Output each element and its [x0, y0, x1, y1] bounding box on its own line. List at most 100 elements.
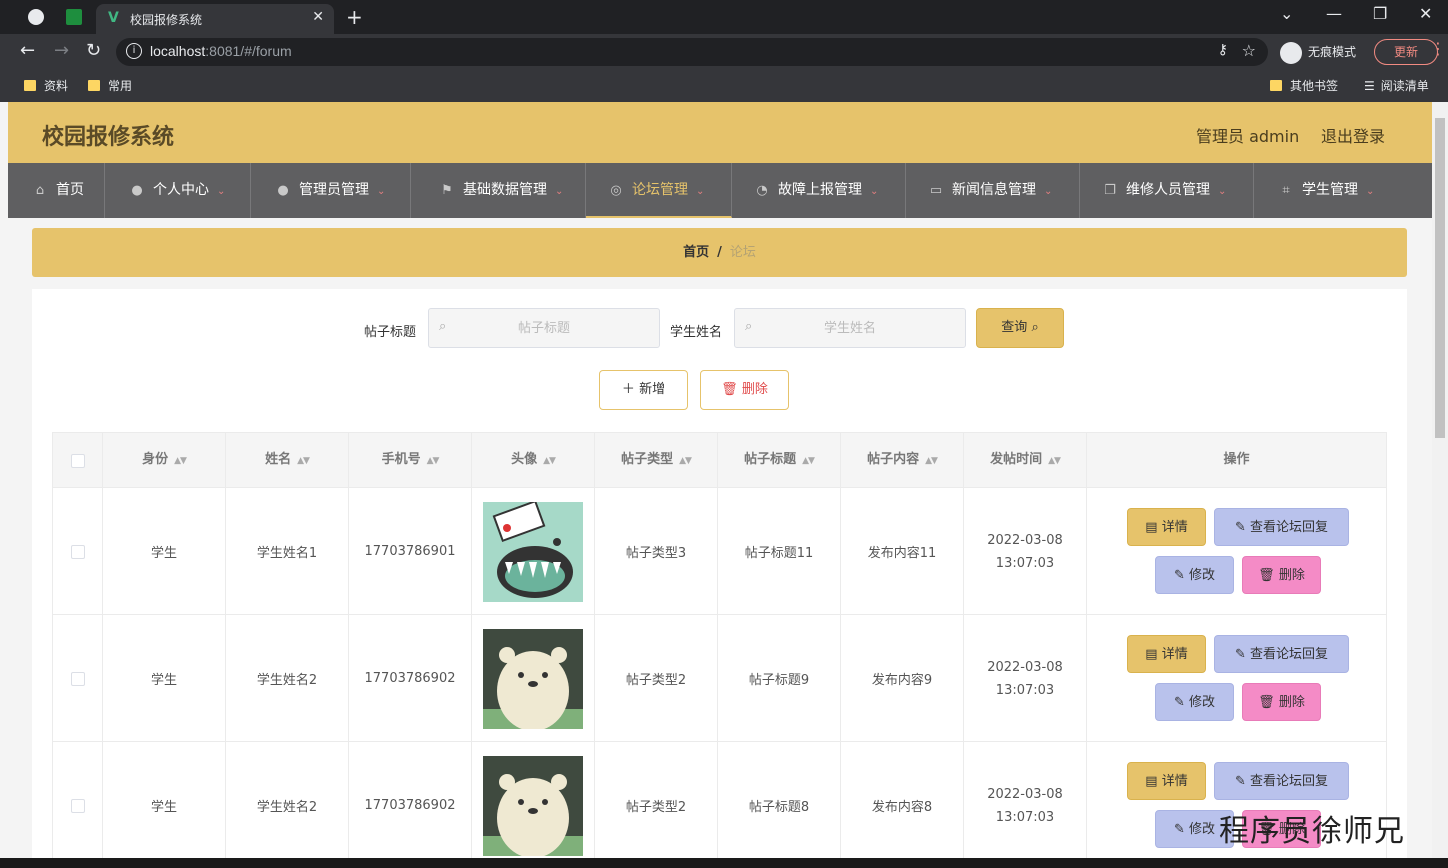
column-header[interactable]: 手机号 ▲▼ — [349, 433, 472, 489]
menu-item-news[interactable]: ▭ 新闻信息管理 ⌄ — [906, 163, 1080, 218]
globe-icon[interactable] — [28, 9, 44, 25]
cell-time: 2022-03-08 13:07:03 — [964, 742, 1087, 868]
title-search-field[interactable]: ⌕ — [428, 308, 660, 348]
url-path: :8081/#/forum — [205, 43, 292, 59]
detail-label: 详情 — [1161, 774, 1188, 789]
column-header[interactable]: 头像 ▲▼ — [472, 433, 595, 489]
tab-title: 校园报修系统 — [130, 13, 203, 27]
edit-icon: ✎ — [1234, 647, 1246, 662]
select-all-checkbox[interactable] — [71, 454, 85, 468]
column-header[interactable]: 帖子类型 ▲▼ — [595, 433, 718, 489]
star-icon[interactable]: ☆ — [1242, 41, 1256, 60]
menu-item-home[interactable]: ⌂ 首页 — [8, 163, 105, 218]
sort-icon[interactable]: ▲▼ — [679, 456, 692, 466]
menu-label: 管理员管理 — [299, 182, 369, 198]
column-header[interactable]: 帖子标题 ▲▼ — [718, 433, 841, 489]
close-icon[interactable]: ✕ — [312, 9, 324, 25]
address-bar[interactable]: i localhost:8081/#/forum ⚷ ☆ — [116, 38, 1268, 66]
new-tab-icon[interactable]: + — [346, 5, 363, 29]
sort-icon[interactable]: ▲▼ — [802, 456, 815, 466]
row-checkbox[interactable] — [70, 671, 85, 686]
add-button[interactable]: ＋ 新增 — [599, 370, 688, 410]
chevron-down-icon[interactable]: ⌄ — [1280, 4, 1293, 23]
sort-icon[interactable]: ▲▼ — [1048, 456, 1061, 466]
reading-list[interactable]: ☰ 阅读清单 — [1364, 77, 1429, 94]
column-header[interactable]: 帖子内容 ▲▼ — [841, 433, 964, 489]
page-scrollbar[interactable] — [1432, 102, 1448, 868]
menu-item-repairman[interactable]: ❐ 维修人员管理 ⌄ — [1080, 163, 1254, 218]
minimize-icon[interactable]: — — [1326, 4, 1342, 23]
info-icon[interactable]: i — [126, 43, 142, 59]
menu-label: 故障上报管理 — [778, 182, 862, 198]
view-replies-button[interactable]: ✎ 查看论坛回复 — [1214, 635, 1349, 673]
batch-delete-button[interactable]: 🗑 删除 — [700, 370, 789, 410]
key-icon[interactable]: ⚷ — [1218, 42, 1228, 58]
menu-item-forum[interactable]: ◎ 论坛管理 ⌄ — [586, 163, 732, 218]
detail-button[interactable]: ▤ 详情 — [1127, 508, 1206, 546]
trash-icon: 🗑 — [1258, 695, 1275, 710]
view-replies-button[interactable]: ✎ 查看论坛回复 — [1214, 508, 1349, 546]
menu-item-admin[interactable]: ● 管理员管理 ⌄ — [251, 163, 411, 218]
back-icon[interactable]: ← — [20, 40, 35, 61]
gauge-icon: ◔ — [756, 183, 768, 198]
column-label: 帖子标题 — [744, 452, 797, 467]
column-header[interactable]: 身份 ▲▼ — [103, 433, 226, 489]
sheets-icon[interactable] — [66, 9, 82, 25]
view-replies-button[interactable]: ✎ 查看论坛回复 — [1214, 762, 1349, 800]
browser-tab-active[interactable]: V 校园报修系统 ✕ — [96, 4, 334, 34]
sort-icon[interactable]: ▲▼ — [925, 456, 938, 466]
breadcrumb: 首页 / 论坛 — [32, 228, 1407, 277]
column-label: 帖子类型 — [621, 452, 674, 467]
home-icon: ⌂ — [35, 183, 45, 198]
plus-icon: ＋ — [621, 382, 635, 397]
name-filter-label: 学生姓名 — [670, 325, 723, 340]
sort-icon[interactable]: ▲▼ — [174, 456, 187, 466]
column-header[interactable]: 发帖时间 ▲▼ — [964, 433, 1087, 489]
detail-button[interactable]: ▤ 详情 — [1127, 635, 1206, 673]
table-row: 学生 学生姓名2 17703786902 帖子类型2 — [52, 742, 1387, 868]
chevron-down-icon: ⌄ — [870, 186, 879, 197]
bookmark-folder[interactable]: 资料 — [24, 77, 68, 94]
edit-button[interactable]: ✎ 修改 — [1155, 683, 1234, 721]
chevron-down-icon: ⌄ — [217, 186, 226, 197]
main-panel: 帖子标题 ⌕ 学生姓名 ⌕ 查询 ⌕ ＋ 新增 🗑 删除 身份 ▲▼ 姓名 ▲▼ 手… — [32, 289, 1407, 868]
cell-role: 学生 — [103, 488, 226, 615]
row-checkbox[interactable] — [70, 544, 85, 559]
menu-item-student[interactable]: ⌗ 学生管理 ⌄ — [1254, 163, 1400, 218]
breadcrumb-home[interactable]: 首页 — [683, 245, 709, 260]
forward-icon[interactable]: → — [54, 40, 69, 61]
chevron-down-icon: ⌄ — [1366, 186, 1375, 197]
sort-icon[interactable]: ▲▼ — [297, 456, 310, 466]
query-button[interactable]: 查询 ⌕ — [976, 308, 1064, 348]
chat-icon: ▭ — [929, 183, 943, 198]
row-checkbox[interactable] — [70, 798, 85, 813]
update-button[interactable]: 更新 — [1374, 39, 1438, 65]
crop-icon: ⌗ — [1282, 183, 1290, 198]
bookmark-folder[interactable]: 其他书签 — [1270, 77, 1338, 94]
window-close-icon[interactable]: ✕ — [1419, 4, 1432, 23]
sort-icon[interactable]: ▲▼ — [427, 456, 440, 466]
more-icon[interactable]: ⋮ — [1430, 39, 1446, 58]
bookmark-folder[interactable]: 常用 — [88, 77, 132, 94]
menu-item-profile[interactable]: ● 个人中心 ⌄ — [105, 163, 251, 218]
restore-icon[interactable]: ❐ — [1373, 4, 1387, 23]
edit-button[interactable]: ✎ 修改 — [1155, 556, 1234, 594]
delete-button[interactable]: 🗑 删除 — [1242, 683, 1321, 721]
menu-label: 维修人员管理 — [1126, 182, 1210, 198]
edit-icon: ✎ — [1173, 695, 1185, 710]
sort-icon[interactable]: ▲▼ — [543, 456, 556, 466]
menu-item-basic-data[interactable]: ⚑ 基础数据管理 ⌄ — [411, 163, 586, 218]
name-search-field[interactable]: ⌕ — [734, 308, 966, 348]
name-search-input[interactable] — [765, 309, 935, 347]
column-header[interactable]: 姓名 ▲▼ — [226, 433, 349, 489]
scrollbar-thumb[interactable] — [1435, 118, 1445, 438]
title-search-input[interactable] — [459, 309, 629, 347]
table-row: 学生 学生姓名2 17703786902 帖子类型2 — [52, 615, 1387, 742]
menu-item-fault-report[interactable]: ◔ 故障上报管理 ⌄ — [732, 163, 906, 218]
incognito-indicator[interactable]: 无痕模式 — [1280, 40, 1356, 64]
logout-link[interactable]: 退出登录 — [1321, 123, 1385, 147]
column-header: 操作 — [1087, 433, 1386, 489]
detail-button[interactable]: ▤ 详情 — [1127, 762, 1206, 800]
reload-icon[interactable]: ↻ — [86, 40, 101, 61]
delete-button[interactable]: 🗑 删除 — [1242, 556, 1321, 594]
